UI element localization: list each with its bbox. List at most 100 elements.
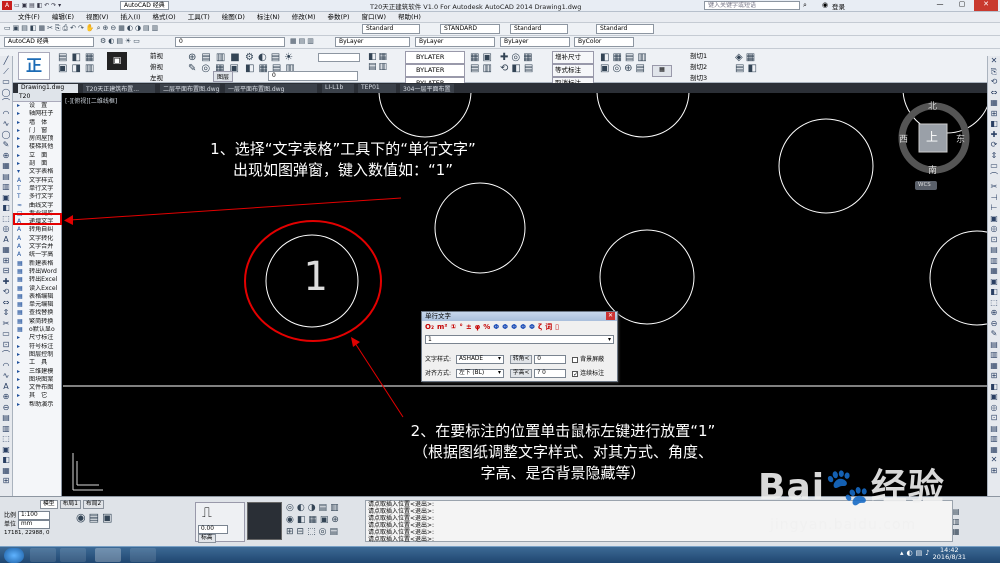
menu-item[interactable]: 帮助(H)	[398, 12, 421, 23]
viewcube-face[interactable]: 上	[926, 128, 938, 145]
symbol-button[interactable]: ζ	[538, 323, 542, 332]
ribbon-big-button[interactable]: ▣	[107, 52, 127, 70]
equal-dimension-button[interactable]: 等式标注	[552, 64, 594, 77]
color-select[interactable]: ByLayer	[335, 37, 410, 47]
panel-menu-item[interactable]: ▦ 查找替换	[13, 309, 61, 317]
menu-item[interactable]: 插入(I)	[121, 12, 141, 23]
draw-tool-icons[interactable]: ╱ ⟋ ▭ ◯ ⌒ ◠ ∿ ◯ ✎ ⊕ ▦ ▤ ▥ ▣ ◧ ⬚ ◎ A ▦ ⊞ ⊟ ✚ ⟲ ⇔ ⇕ ✂ ▭ ⊡ ⌒ ◠ ∿ A ⊕ ⊖ ▤ ▥ ⬚ ▣ ◧ ▦…	[0, 56, 12, 487]
viewport-label[interactable]: [-][俯视][二维线框]	[65, 96, 117, 105]
layout-tab[interactable]: 模型	[40, 500, 58, 509]
symbol-button[interactable]: ▯	[555, 323, 559, 332]
ribbon-icons-e[interactable]: ▦▣ ▤▥	[470, 52, 495, 74]
modify-tool-icons[interactable]: ✕ ⎘ ⟲ ⇔ ▦ ⊞ ◧ ✚ ⟳ ⇕ ▭ ⌒ ✂ ⊣ ⊢ ▣ ◎ ⊡ ▤ ▥ ▦ ▣ ◧ ⬚ ⊕ ⊖ ✎ ▤ ▥ ▦ ⊞ ◧ ▣ ◎ ⊡ ▤ ▥ ▦ ✕ ⊞	[988, 56, 1000, 476]
panel-menu-item[interactable]: A 文字合并	[13, 243, 61, 251]
symbol-button[interactable]: m²	[437, 323, 447, 332]
panel-menu-item[interactable]: ▸ 设 置	[13, 102, 61, 110]
close-button[interactable]: ✕	[974, 0, 998, 11]
menu-item[interactable]: 修改(M)	[292, 12, 316, 23]
ribbon-layer-select[interactable]: 0	[268, 71, 358, 81]
symbol-button[interactable]: Φ	[502, 323, 508, 332]
doc-tab[interactable]: 一层平面布置图.dwg	[225, 84, 317, 93]
workspace-dropdown[interactable]: AutoCAD 经典	[4, 37, 94, 47]
layer-select[interactable]: 0	[175, 37, 285, 47]
ribbon-icons-f[interactable]: ✚◎▦ ⟲◧▤	[500, 52, 536, 74]
linetype-select[interactable]: ByLayer	[415, 37, 495, 47]
panel-menu-item[interactable]: ▦ 单元编辑	[13, 301, 61, 309]
system-clock[interactable]: 14:42 2016/8/31	[933, 547, 966, 561]
panel-menu-item[interactable]: ▸ 立 面	[13, 152, 61, 160]
text-input[interactable]: 1 ▾	[425, 335, 614, 344]
panel-menu-item[interactable]: ▸ 帮助演示	[13, 401, 61, 409]
panel-menu-item[interactable]: ▸ 符号标注	[13, 343, 61, 351]
panel-menu-item[interactable]: ▸ 尺寸标注	[13, 334, 61, 342]
ribbon-icons-d[interactable]: ◧▦ ▤▥	[368, 52, 389, 72]
panel-menu-item[interactable]: ▦ 读入Excel	[13, 285, 61, 293]
panel-menu-item[interactable]: A 统一字高	[13, 251, 61, 259]
symbol-button[interactable]: ±	[466, 323, 472, 332]
panel-menu-item[interactable]: A 转角自纠	[13, 226, 61, 234]
layer-tool-icons[interactable]: ⚙◐▤☀▭	[100, 37, 142, 45]
unit-dropdown[interactable]: mm	[17, 520, 50, 529]
symbol-button[interactable]: Φ	[529, 323, 535, 332]
height-button[interactable]: 字高<	[509, 369, 533, 378]
symbol-button[interactable]: Φ	[520, 323, 526, 332]
layout-tab[interactable]: 布局2	[82, 500, 105, 509]
dim-style-select[interactable]: STANDARD	[440, 24, 500, 34]
panel-menu-item[interactable]: ▸ 剖 面	[13, 160, 61, 168]
continuous-checkbox[interactable]: ✓ 连续标注	[572, 370, 604, 377]
add-dimension-button[interactable]: 增补尺寸	[552, 51, 594, 64]
text-tool-icon[interactable]: ⎍	[202, 505, 212, 521]
section-2-button[interactable]: 剖切2	[690, 62, 730, 73]
align-dropdown[interactable]: 左下 (BL) ▾	[455, 369, 504, 378]
panel-menu-item[interactable]: A 文字样式	[13, 177, 61, 185]
symbol-button[interactable]: %	[483, 323, 490, 332]
symbol-button[interactable]: °	[459, 323, 463, 332]
menu-item[interactable]: 参数(P)	[327, 12, 349, 23]
app-logo-icon[interactable]: A	[2, 1, 12, 10]
workspace-select[interactable]: AutoCAD 经典	[120, 1, 169, 10]
text-style-dropdown[interactable]: ASHADE ▾	[455, 355, 504, 364]
panel-menu-item[interactable]: ▦ 转出Excel	[13, 276, 61, 284]
elevation-input[interactable]: 0.00	[198, 525, 228, 534]
panel-menu-item[interactable]: ▦ 新建表格	[13, 260, 61, 268]
minimize-button[interactable]: —	[930, 0, 950, 11]
panel-menu-item[interactable]: ▸ 其 它	[13, 392, 61, 400]
panel-menu-item[interactable]: ▸ 文件布图	[13, 384, 61, 392]
layer-tag-button[interactable]: 图层	[213, 71, 234, 82]
symbol-button[interactable]: 词	[545, 323, 552, 332]
taskbar-media-icon[interactable]	[60, 548, 86, 562]
height-dropdown[interactable]: ? 0	[534, 369, 567, 378]
panel-menu-item[interactable]: ▸ 轴网柱子	[13, 110, 61, 118]
panel-menu-item[interactable]: ▸ 图块图案	[13, 376, 61, 384]
bg-mask-checkbox[interactable]: 背景屏蔽	[572, 356, 604, 363]
login-link[interactable]: 登录	[832, 1, 845, 11]
dialog-close-button[interactable]: ✕	[606, 312, 615, 320]
status-icons-c[interactable]: ▤ ▥ ▦	[952, 507, 960, 537]
table-style-select[interactable]: Standard	[510, 24, 568, 34]
ribbon-icons-g[interactable]: ◧▦▤▥ ▣◎⊕▤	[600, 52, 650, 74]
panel-menu-item[interactable]: ▦ 表格编辑	[13, 293, 61, 301]
user-icon[interactable]: ◉	[822, 1, 828, 9]
layout-tab[interactable]: 布局1	[59, 500, 81, 509]
ribbon-icons-h[interactable]: ◈▦ ▤◧	[735, 52, 760, 74]
symbol-button[interactable]: Φ	[493, 323, 499, 332]
panel-menu-item[interactable]: A 文字转化	[13, 235, 61, 243]
text-style-select[interactable]: Standard	[362, 24, 420, 34]
taskbar-explorer-icon[interactable]	[30, 548, 56, 562]
bylater-select-1[interactable]: BYLATER	[405, 51, 465, 64]
symbol-button[interactable]: Φ	[511, 323, 517, 332]
drawing-canvas[interactable]: [-][俯视][二维线框] 1 北 南 东 西 上 WCS 1、选择“文字表格”…	[63, 93, 987, 496]
search-input[interactable]: 键入关键字或短语	[704, 1, 800, 10]
status-icons-b[interactable]: ◎◐◑▤▥ ◉◧▦▣⊕ ⊞⊟⬚◎▤	[286, 502, 342, 538]
symbol-button[interactable]: O₂	[425, 323, 434, 332]
scale-dropdown[interactable]: 1:100	[17, 511, 50, 520]
edit-button[interactable]: ▦	[652, 65, 672, 77]
menu-item[interactable]: 窗口(W)	[361, 12, 386, 23]
panel-menu-item[interactable]: T 单行文字	[13, 185, 61, 193]
panel-menu-item[interactable]: ▾ 文字表格	[13, 168, 61, 176]
layer-extra-icons[interactable]: ▦▤▥	[290, 37, 316, 45]
lineweight-select[interactable]: ByLayer	[500, 37, 570, 47]
elevation-button[interactable]: 标高	[198, 534, 216, 543]
input-dropdown-icon[interactable]: ▾	[608, 336, 611, 344]
taskbar-autocad-icon[interactable]	[95, 548, 121, 562]
